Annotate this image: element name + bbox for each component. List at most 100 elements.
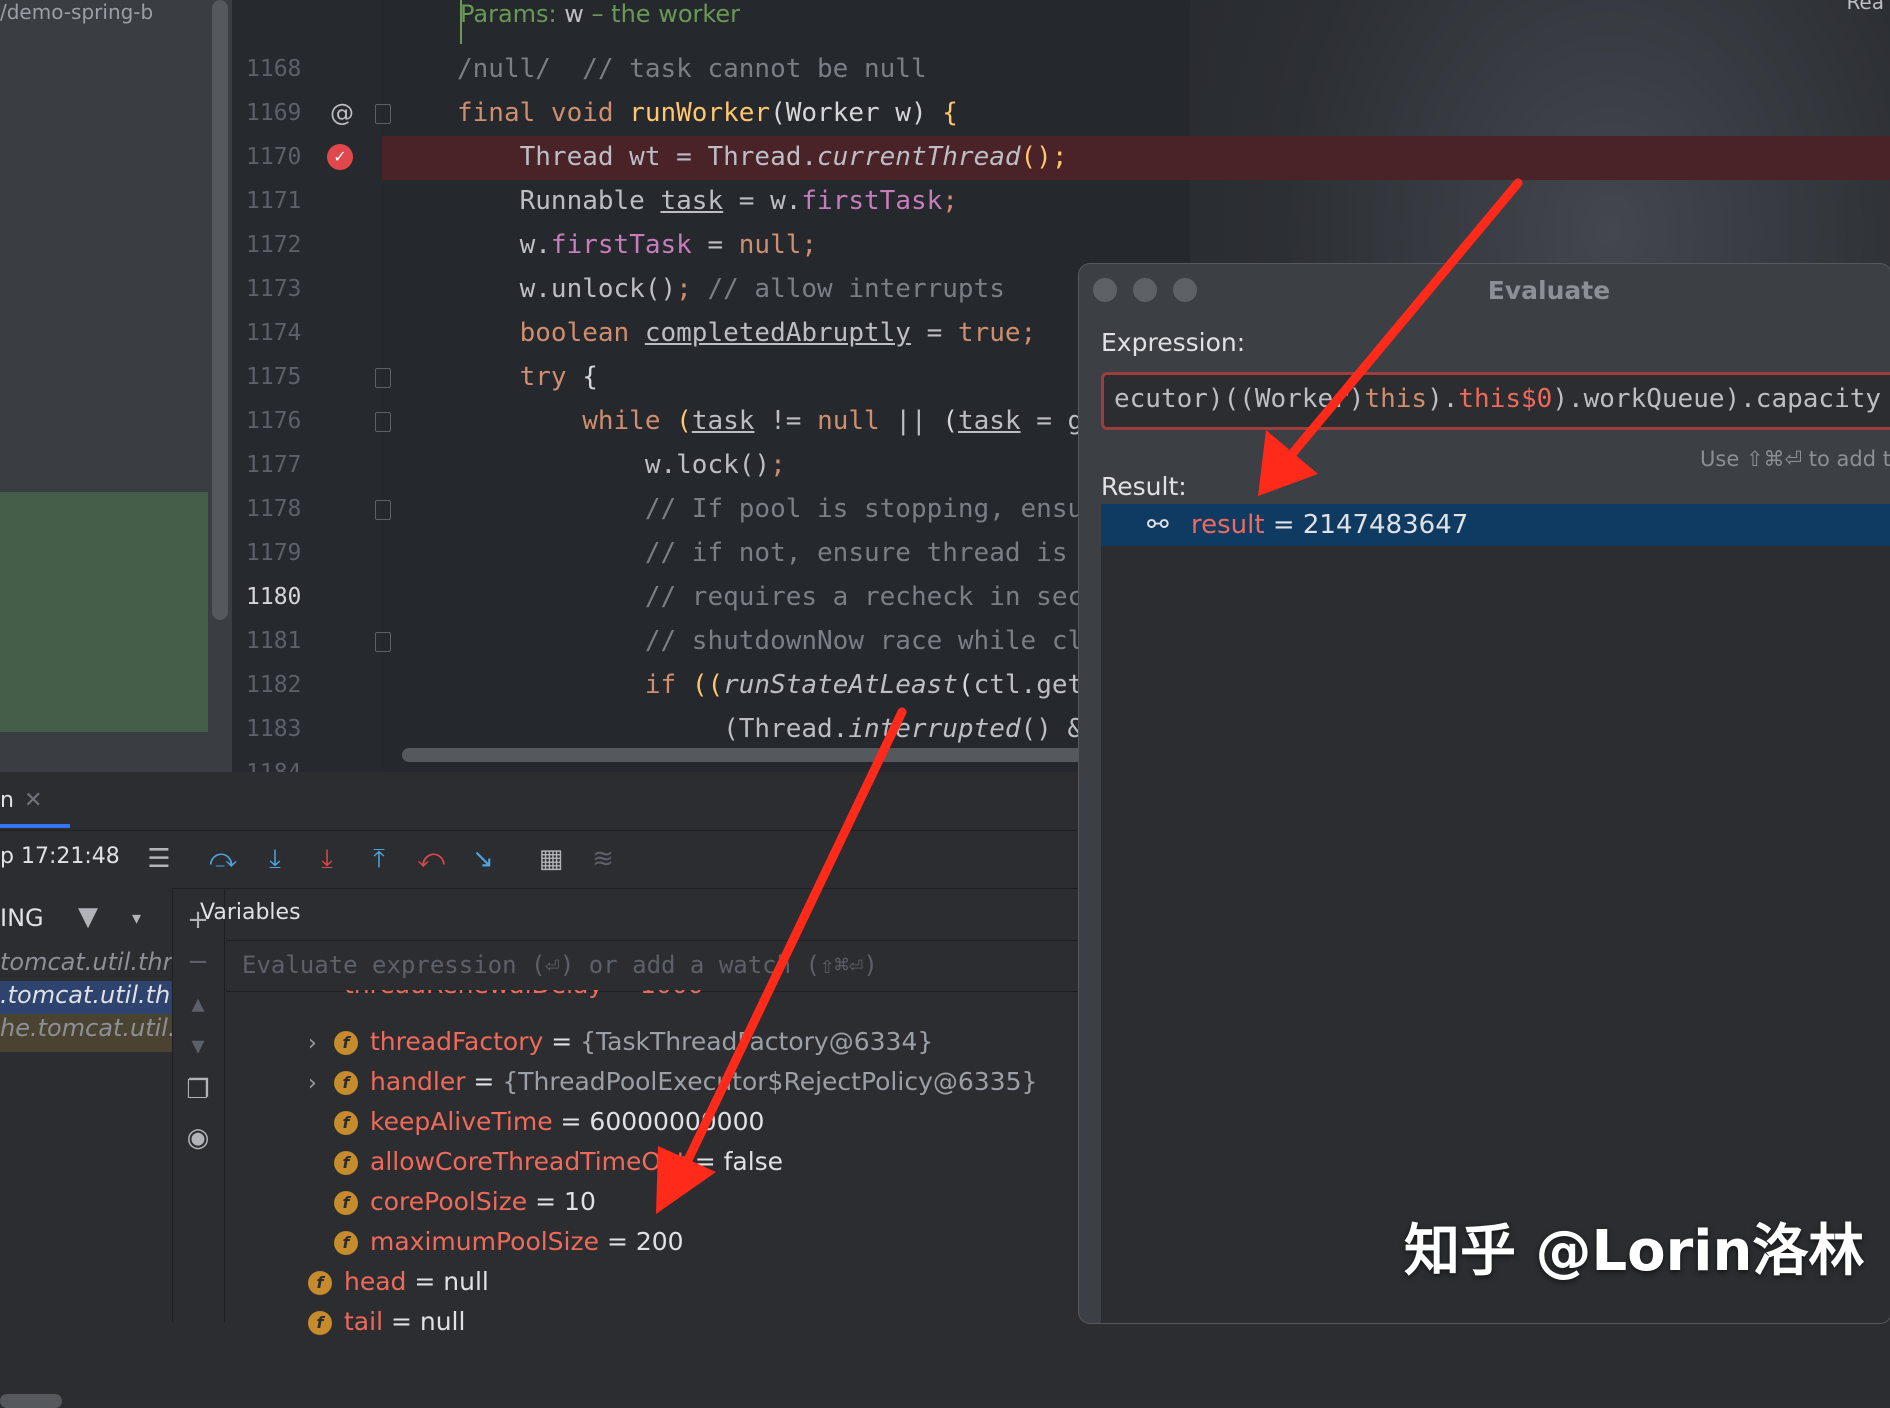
field-icon: f (334, 1151, 358, 1175)
result-value: 2147483647 (1302, 510, 1469, 540)
evaluate-expression-icon[interactable]: ▦ (536, 844, 566, 874)
thread-selector[interactable]: ING (0, 904, 44, 932)
line-number[interactable]: 1169 (246, 100, 308, 126)
reader-mode-toggle[interactable]: Rea (1846, 0, 1884, 14)
chevron-down-icon[interactable]: ▾ (132, 908, 141, 929)
variable-row[interactable]: f tail = null (308, 1307, 465, 1343)
line-number[interactable]: 1172 (246, 232, 308, 258)
code-token: (Worker w) (770, 98, 943, 128)
variable-equals: = (543, 1027, 581, 1056)
code-token: = (910, 318, 958, 348)
drop-frame-icon[interactable]: ⤺ (416, 844, 446, 874)
copy-icon[interactable]: ❐ (184, 1076, 212, 1104)
code-text: w.lock(); (457, 450, 786, 480)
chevron-right-icon[interactable]: › (308, 1031, 334, 1056)
move-up-icon[interactable]: ▴ (184, 990, 212, 1018)
project-tree-scrollbar[interactable] (212, 0, 228, 620)
step-out-icon[interactable]: ⤒ (364, 844, 394, 874)
fold-marker-icon[interactable] (375, 412, 391, 432)
line-number[interactable]: 1176 (246, 408, 308, 434)
fold-marker-icon[interactable] (375, 104, 391, 124)
trace-current-stream-icon[interactable]: ≋ (588, 844, 618, 874)
code-token: Thread wt = Thread. (457, 142, 818, 172)
code-line[interactable]: 1172 w.firstTask = null; (232, 224, 1890, 268)
line-number[interactable]: 1184 (246, 760, 308, 772)
code-text: // shutdownNow race while cl (457, 626, 1083, 656)
variable-row[interactable]: f keepAliveTime = 60000000000 (308, 1107, 764, 1143)
variable-row[interactable]: f head = null (308, 1267, 489, 1303)
expression-input[interactable]: ecutor)((Worker)this).this$0).workQueue)… (1101, 372, 1890, 430)
evaluate-expression-input[interactable]: Evaluate expression (⏎) or add a watch (… (226, 940, 1078, 992)
evaluate-dialog: Evaluate Expression: ecutor)((Worker)thi… (1078, 263, 1890, 1324)
params-name: w (564, 0, 584, 28)
field-icon: f (334, 1231, 358, 1255)
line-number[interactable]: 1171 (246, 188, 308, 214)
frames-scrollbar[interactable] (0, 1394, 62, 1408)
field-icon: f (334, 1191, 358, 1215)
code-text: w.unlock(); // allow interrupts (457, 274, 1005, 304)
line-number[interactable]: 1170 (246, 144, 308, 170)
line-number[interactable]: 1168 (246, 56, 308, 82)
project-tree-panel: /demo-spring-b (0, 0, 232, 772)
breakpoint-icon[interactable]: ✓ (327, 144, 353, 170)
line-number[interactable]: 1179 (246, 540, 308, 566)
run-to-cursor-icon[interactable]: ↘ (468, 844, 498, 874)
override-marker-icon[interactable]: @ (327, 98, 357, 128)
expression-part: ). (1427, 384, 1459, 414)
project-tree-item[interactable]: /demo-spring-b (0, 0, 153, 24)
code-token: = (691, 230, 739, 260)
variable-row[interactable]: f allowCoreThreadTimeOut = false (308, 1147, 783, 1183)
fold-marker-icon[interactable] (375, 632, 391, 652)
move-down-icon[interactable]: ▾ (184, 1032, 212, 1060)
field-icon: f (334, 1071, 358, 1095)
code-line[interactable]: 1169 final void runWorker(Worker w) {@ (232, 92, 1890, 136)
fold-marker-icon[interactable] (375, 368, 391, 388)
stack-frame[interactable]: he.tomcat.util. (0, 1014, 172, 1052)
line-number[interactable]: 1173 (246, 276, 308, 302)
filter-icon[interactable]: ▼ (78, 902, 98, 932)
code-token: task (957, 406, 1021, 436)
line-number[interactable]: 1177 (246, 452, 308, 478)
line-number[interactable]: 1175 (246, 364, 308, 390)
debug-session-tab[interactable]: n ✕ (0, 788, 42, 813)
line-number[interactable]: 1182 (246, 672, 308, 698)
result-row[interactable]: ⚯ result = 2147483647 (1101, 504, 1890, 546)
variable-name: allowCoreThreadTimeOut (370, 1147, 687, 1176)
variable-row[interactable]: f corePoolSize = 10 (308, 1187, 596, 1223)
step-over-icon[interactable]: ⤼ (208, 844, 238, 874)
code-line[interactable]: 1171 Runnable task = w.firstTask; (232, 180, 1890, 224)
code-line[interactable]: 1170 Thread wt = Thread.currentThread();… (246, 136, 1890, 180)
code-token: firstTask (801, 186, 943, 216)
eye-icon[interactable]: ◉ (184, 1124, 212, 1152)
result-panel: ⚯ result = 2147483647 (1101, 504, 1890, 1323)
code-token: // shutdownNow race while cl (457, 626, 1084, 656)
expression-part: ).workQueue).capacity (1552, 384, 1882, 414)
code-token: interrupted (848, 714, 1021, 744)
line-number[interactable]: 1178 (246, 496, 308, 522)
code-token: Runnable (457, 186, 661, 216)
code-token: task (660, 186, 724, 216)
variable-row[interactable]: f maximumPoolSize = 200 (308, 1227, 684, 1263)
line-number[interactable]: 1183 (246, 716, 308, 742)
code-token: null (738, 230, 802, 260)
code-text: if ((runStateAtLeast(ctl.get (457, 670, 1083, 700)
debug-tab-label: n (0, 788, 14, 813)
code-token: runStateAtLeast (723, 670, 958, 700)
fold-marker-icon[interactable] (375, 500, 391, 520)
code-text: boolean completedAbruptly = true; (457, 318, 1037, 348)
code-line[interactable]: 1168/null/ // task cannot be null (232, 48, 1890, 92)
chevron-right-icon[interactable]: › (308, 1071, 334, 1096)
line-number[interactable]: 1174 (246, 320, 308, 346)
close-icon[interactable]: ✕ (24, 788, 42, 813)
params-prefix: Params: (460, 0, 565, 28)
step-into-icon[interactable]: ⤓ (260, 844, 290, 874)
variable-row[interactable]: › f threadFactory = {TaskThreadFactory@633… (308, 1027, 933, 1063)
force-step-into-icon[interactable]: ⤓ (312, 844, 342, 874)
line-number[interactable]: 1181 (246, 628, 308, 654)
show-execution-point-icon[interactable]: ☰ (144, 844, 174, 874)
line-number[interactable]: 1180 (246, 584, 308, 610)
frames-pane: ING ▼ ▾ tomcat.util.thr .tomcat.util.th he… (0, 888, 173, 1408)
editor-horizontal-scrollbar[interactable] (402, 748, 1142, 762)
variable-row[interactable]: › f handler = {ThreadPoolExecutor$RejectPo… (308, 1067, 1037, 1103)
remove-icon[interactable]: − (184, 948, 212, 976)
